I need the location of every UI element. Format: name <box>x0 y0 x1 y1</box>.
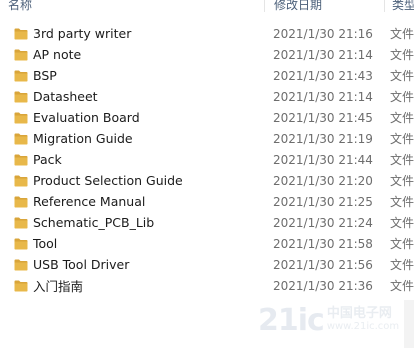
date-modified: 2021/1/30 21:36 <box>273 278 373 293</box>
file-name: 3rd party writer <box>33 26 132 41</box>
folder-icon <box>14 49 28 60</box>
file-name-cell[interactable]: Schematic_PCB_Lib <box>0 215 266 230</box>
file-type: 文件 <box>390 27 414 41</box>
file-name: AP note <box>33 47 82 62</box>
file-name-cell[interactable]: 入门指南 <box>0 276 266 295</box>
file-type: 文件 <box>390 111 414 125</box>
file-name: USB Tool Driver <box>33 257 130 272</box>
file-name: Reference Manual <box>33 194 146 209</box>
list-item[interactable]: Reference Manual 2021/1/30 21:25 文件 <box>0 191 414 212</box>
file-name: Migration Guide <box>33 131 133 146</box>
date-modified: 2021/1/30 21:14 <box>273 47 373 62</box>
column-header-name[interactable]: 名称 <box>0 0 266 14</box>
list-item[interactable]: Datasheet 2021/1/30 21:14 文件 <box>0 86 414 107</box>
folder-icon <box>14 259 28 270</box>
file-type: 文件 <box>390 279 414 293</box>
watermark-logo: 21ic 中国电子网 www.21ic.com <box>258 300 399 340</box>
folder-icon <box>14 238 28 249</box>
file-name: Evaluation Board <box>33 110 140 125</box>
file-type: 文件 <box>390 174 414 188</box>
date-modified: 2021/1/30 21:24 <box>273 215 373 230</box>
folder-icon <box>14 154 28 165</box>
date-modified: 2021/1/30 21:19 <box>273 131 373 146</box>
folder-icon <box>14 70 28 81</box>
folder-icon <box>14 175 28 186</box>
column-header-date-modified[interactable]: 修改日期 <box>266 0 384 14</box>
file-type: 文件 <box>390 90 414 104</box>
file-name-cell[interactable]: Reference Manual <box>0 194 266 209</box>
list-item[interactable]: Pack 2021/1/30 21:44 文件 <box>0 149 414 170</box>
file-type: 文件 <box>390 258 414 272</box>
file-explorer: 名称 修改日期 类型 3rd party writer 2021/1/30 21:… <box>0 0 414 348</box>
column-divider[interactable] <box>384 0 385 12</box>
list-item[interactable]: Evaluation Board 2021/1/30 21:45 文件 <box>0 107 414 128</box>
file-name-cell[interactable]: Datasheet <box>0 89 266 104</box>
file-type: 文件 <box>390 216 414 230</box>
folder-icon <box>14 28 28 39</box>
date-modified: 2021/1/30 21:58 <box>273 236 373 251</box>
list-item[interactable]: AP note 2021/1/30 21:14 文件 <box>0 44 414 65</box>
file-type: 文件 <box>390 195 414 209</box>
scroll-edge <box>404 300 414 348</box>
file-type: 文件 <box>390 132 414 146</box>
date-modified: 2021/1/30 21:20 <box>273 173 373 188</box>
date-modified: 2021/1/30 21:25 <box>273 194 373 209</box>
folder-icon <box>14 217 28 228</box>
list-item[interactable]: Tool 2021/1/30 21:58 文件 <box>0 233 414 254</box>
folder-icon <box>14 112 28 123</box>
file-name: Tool <box>33 236 58 251</box>
list-item[interactable]: Migration Guide 2021/1/30 21:19 文件 <box>0 128 414 149</box>
date-modified: 2021/1/30 21:43 <box>273 68 373 83</box>
watermark-cn: 中国电子网 <box>326 306 392 321</box>
column-header-type[interactable]: 类型 <box>384 0 414 14</box>
watermark-domain: www.21ic.com <box>326 321 400 332</box>
file-name: 入门指南 <box>33 279 84 294</box>
folder-icon <box>14 133 28 144</box>
file-name-cell[interactable]: Product Selection Guide <box>0 173 266 188</box>
file-type: 文件 <box>390 153 414 167</box>
date-modified: 2021/1/30 21:16 <box>273 26 373 41</box>
column-header-bar: 名称 修改日期 类型 <box>0 0 414 14</box>
date-modified: 2021/1/30 21:45 <box>273 110 373 125</box>
list-item[interactable]: Product Selection Guide 2021/1/30 21:20 文件 <box>0 170 414 191</box>
date-modified: 2021/1/30 21:56 <box>273 257 373 272</box>
list-item[interactable]: 入门指南 2021/1/30 21:36 文件 <box>0 275 414 296</box>
file-type: 文件 <box>390 69 414 83</box>
file-name-cell[interactable]: Tool <box>0 236 266 251</box>
list-item[interactable]: USB Tool Driver 2021/1/30 21:56 文件 <box>0 254 414 275</box>
file-name-cell[interactable]: Migration Guide <box>0 131 266 146</box>
list-item[interactable]: BSP 2021/1/30 21:43 文件 <box>0 65 414 86</box>
file-name: Datasheet <box>33 89 98 104</box>
list-item[interactable]: 3rd party writer 2021/1/30 21:16 文件 <box>0 23 414 44</box>
file-name-cell[interactable]: USB Tool Driver <box>0 257 266 272</box>
file-name-cell[interactable]: 3rd party writer <box>0 26 266 41</box>
folder-icon <box>14 280 28 291</box>
watermark-brand: 21ic <box>258 302 325 338</box>
file-list: 3rd party writer 2021/1/30 21:16 文件 AP note… <box>0 23 414 296</box>
file-name-cell[interactable]: Evaluation Board <box>0 110 266 125</box>
file-type: 文件 <box>390 48 414 62</box>
file-name: BSP <box>33 68 57 83</box>
folder-icon <box>14 196 28 207</box>
date-modified: 2021/1/30 21:14 <box>273 89 373 104</box>
file-name-cell[interactable]: AP note <box>0 47 266 62</box>
file-name: Schematic_PCB_Lib <box>33 215 155 230</box>
file-name: Pack <box>33 152 62 167</box>
column-divider[interactable] <box>264 0 265 12</box>
file-name-cell[interactable]: Pack <box>0 152 266 167</box>
list-item[interactable]: Schematic_PCB_Lib 2021/1/30 21:24 文件 <box>0 212 414 233</box>
folder-icon <box>14 91 28 102</box>
file-name: Product Selection Guide <box>33 173 183 188</box>
file-name-cell[interactable]: BSP <box>0 68 266 83</box>
date-modified: 2021/1/30 21:44 <box>273 152 373 167</box>
file-type: 文件 <box>390 237 414 251</box>
